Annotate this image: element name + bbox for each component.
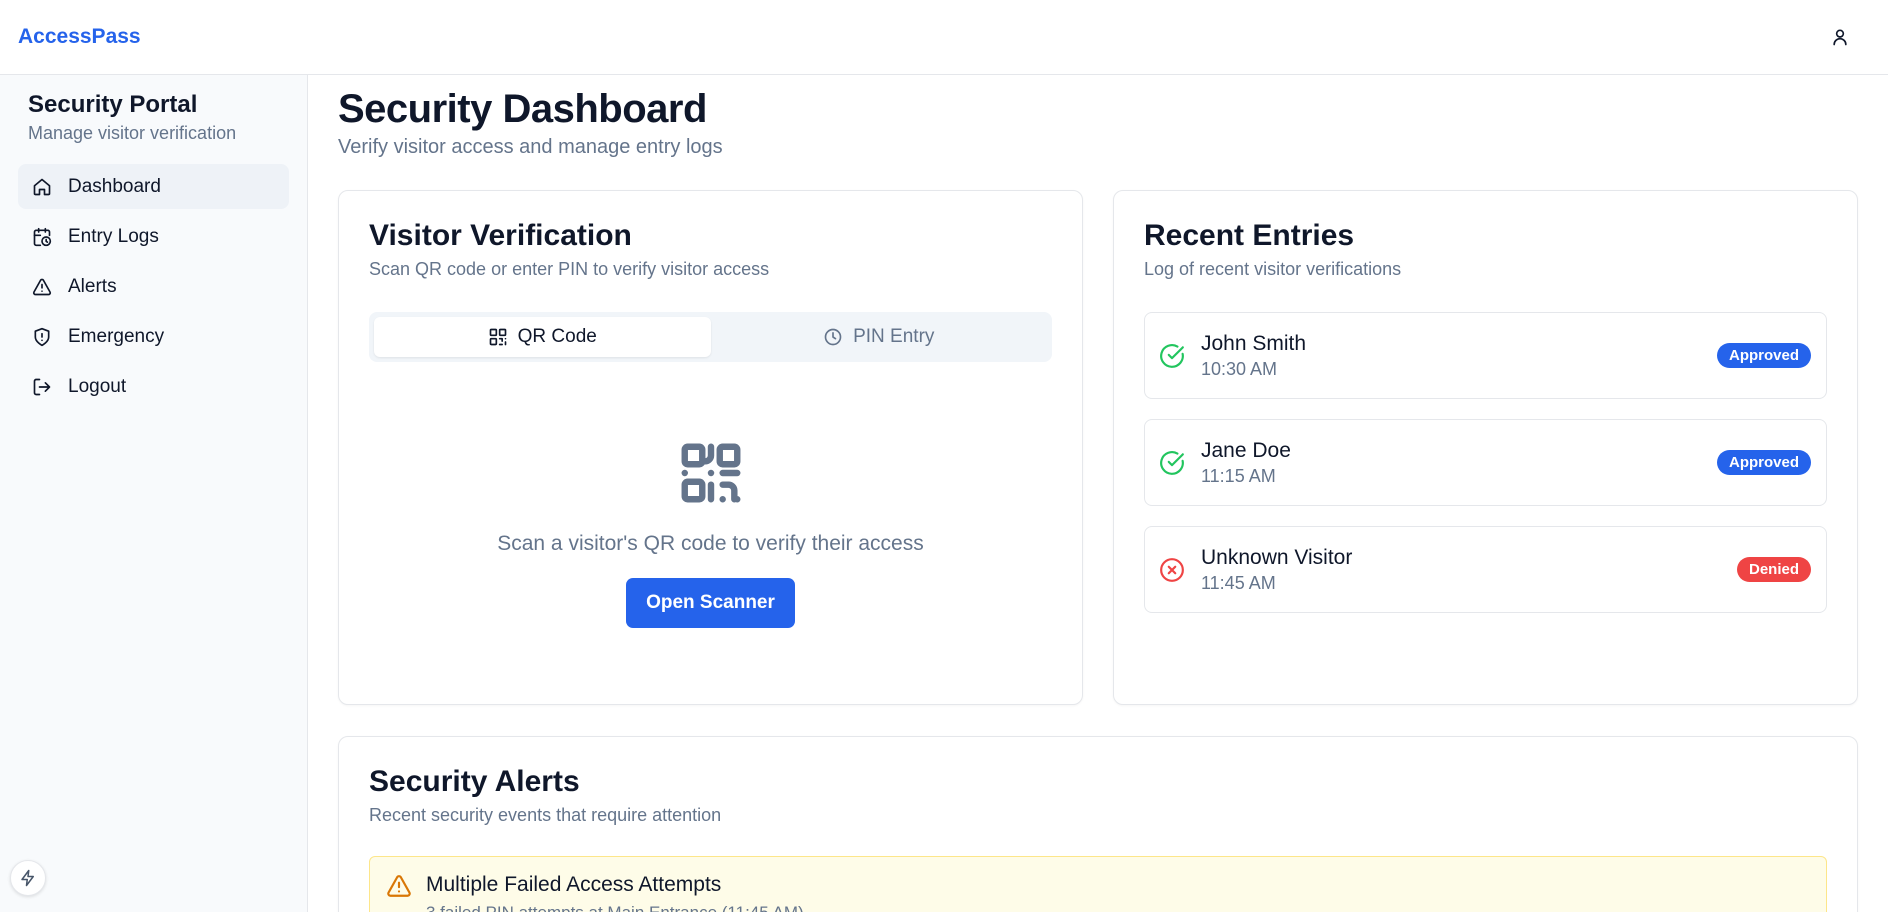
list-item[interactable]: Unknown Visitor 11:45 AM Denied — [1144, 526, 1827, 613]
verification-title: Visitor Verification — [369, 219, 632, 252]
sidebar-item-label: Dashboard — [68, 175, 161, 197]
top-bar: AccessPass — [0, 0, 1888, 75]
entry-name: Unknown Visitor — [1201, 545, 1353, 569]
sidebar-item-logout[interactable]: Logout — [18, 364, 289, 409]
visitor-verification-card: Visitor Verification Scan QR code or ent… — [338, 190, 1083, 705]
sidebar-subtitle: Manage visitor verification — [28, 123, 237, 143]
recent-entries-subtitle: Log of recent visitor verifications — [1144, 259, 1402, 279]
alert-title: Multiple Failed Access Attempts — [426, 873, 722, 896]
verification-tabs: QR Code PIN Entry — [369, 312, 1052, 362]
list-item[interactable]: John Smith 10:30 AM Approved — [1144, 312, 1827, 399]
status-badge: Denied — [1736, 557, 1811, 582]
user-icon — [1833, 29, 1847, 46]
entry-time: 11:45 AM — [1201, 572, 1276, 593]
warning-icon — [387, 875, 411, 897]
page-title: Security Dashboard — [338, 87, 707, 131]
shield-alert-icon — [34, 327, 50, 346]
home-icon — [33, 178, 51, 195]
open-scanner-button[interactable]: Open Scanner — [626, 578, 795, 628]
qr-code-icon — [489, 328, 506, 346]
alert-item[interactable]: Multiple Failed Access Attempts 3 failed… — [369, 856, 1827, 912]
calendar-clock-icon — [33, 227, 52, 246]
entry-name: John Smith — [1201, 331, 1307, 355]
clock-icon — [824, 328, 842, 346]
sidebar-item-label: Logout — [68, 375, 127, 397]
status-badge: Approved — [1716, 450, 1811, 475]
recent-entries-card: Recent Entries Log of recent visitor ver… — [1113, 190, 1858, 705]
sidebar-title: Security Portal — [28, 91, 198, 118]
security-alerts-card: Security Alerts Recent security events t… — [338, 736, 1858, 912]
scan-instruction: Scan a visitor's QR code to verify their… — [497, 532, 924, 555]
tab-qr-code[interactable]: QR Code — [374, 317, 711, 357]
alert-detail: 3 failed PIN attempts at Main Entrance (… — [426, 903, 804, 912]
page-subtitle: Verify visitor access and manage entry l… — [338, 136, 723, 158]
verification-subtitle: Scan QR code or enter PIN to verify visi… — [369, 259, 770, 279]
sidebar-item-entry-logs[interactable]: Entry Logs — [18, 214, 289, 259]
user-menu-button[interactable] — [1820, 17, 1860, 57]
sidebar: Security Portal Manage visitor verificat… — [0, 75, 308, 912]
qr-code-large-icon — [681, 443, 740, 503]
entry-name: Jane Doe — [1201, 438, 1291, 462]
entry-time: 10:30 AM — [1201, 358, 1278, 379]
alert-triangle-icon — [32, 278, 52, 295]
recent-entries-title: Recent Entries — [1144, 219, 1355, 252]
brand-logo[interactable]: AccessPass — [18, 25, 141, 49]
sidebar-item-dashboard[interactable]: Dashboard — [18, 164, 289, 209]
list-item[interactable]: Jane Doe 11:15 AM Approved — [1144, 419, 1827, 506]
security-alerts-title: Security Alerts — [369, 765, 580, 798]
check-circle-icon — [1160, 450, 1184, 475]
sidebar-item-label: Emergency — [68, 325, 165, 347]
sidebar-item-label: Alerts — [68, 275, 117, 297]
security-alerts-subtitle: Recent security events that require atte… — [369, 805, 722, 825]
x-circle-icon — [1160, 557, 1184, 582]
tab-label: PIN Entry — [853, 326, 935, 347]
tab-label: QR Code — [517, 326, 597, 347]
sidebar-item-emergency[interactable]: Emergency — [18, 314, 289, 359]
logout-icon — [33, 378, 51, 395]
entry-time: 11:15 AM — [1201, 465, 1276, 486]
tab-pin-entry[interactable]: PIN Entry — [711, 317, 1048, 357]
status-badge: Approved — [1716, 343, 1811, 368]
sidebar-item-alerts[interactable]: Alerts — [18, 264, 289, 309]
qr-scan-area: Scan a visitor's QR code to verify their… — [369, 438, 1052, 628]
entries-list: John Smith 10:30 AM Approved Jane Doe 11… — [1144, 312, 1827, 613]
sidebar-item-label: Entry Logs — [68, 225, 159, 247]
main-content: Security Dashboard Verify visitor access… — [308, 75, 1888, 912]
quick-action-button[interactable] — [10, 860, 46, 896]
bolt-icon — [21, 869, 34, 887]
check-circle-icon — [1160, 343, 1184, 368]
